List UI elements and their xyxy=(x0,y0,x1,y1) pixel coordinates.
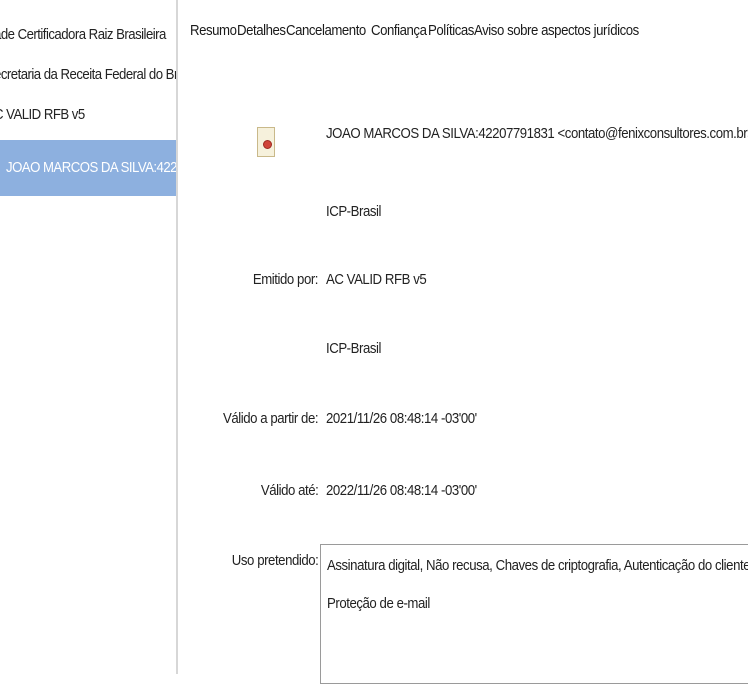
valid-to-value: 2022/11/26 08:48:14 -03'00' xyxy=(326,482,477,499)
issued-by-label: Emitido por: xyxy=(252,271,319,288)
intended-usage-box[interactable]: Assinatura digital, Não recusa, Chaves d… xyxy=(320,544,748,684)
tab-bar: Resumo Detalhes Cancelamento Confiança P… xyxy=(190,22,643,52)
subject-org: ICP-Brasil xyxy=(326,203,382,220)
usage-line-2: Proteção de e-mail xyxy=(327,595,430,612)
tab-cancelamento[interactable]: Cancelamento xyxy=(286,22,366,52)
subject-name: JOAO MARCOS DA SILVA:42207791831 <contat… xyxy=(326,125,748,142)
tree-item-receita-federal[interactable]: ecretaria da Receita Federal do Brasil xyxy=(0,60,176,90)
issuer-org: ICP-Brasil xyxy=(326,340,382,357)
tree-item-ac-valid[interactable]: C VALID RFB v5 xyxy=(0,100,85,130)
tree-item-joao-marcos[interactable]: JOAO MARCOS DA SILVA:42207791831 xyxy=(0,140,177,196)
valid-to-label: Válido até: xyxy=(260,482,318,499)
valid-from-value: 2021/11/26 08:48:14 -03'00' xyxy=(326,410,477,427)
tree-item-label: JOAO MARCOS DA SILVA:42207791831 xyxy=(6,159,177,176)
issued-by-value: AC VALID RFB v5 xyxy=(326,271,427,288)
tab-detalhes[interactable]: Detalhes xyxy=(237,22,286,52)
valid-from-label: Válido a partir de: xyxy=(222,410,319,427)
tab-resumo[interactable]: Resumo xyxy=(190,22,237,52)
certificate-icon xyxy=(257,127,275,157)
tab-aviso-juridico[interactable]: Aviso sobre aspectos jurídicos xyxy=(474,22,639,52)
certificate-tree[interactable]: ade Certificadora Raiz Brasileira ecreta… xyxy=(0,0,178,674)
usage-label: Uso pretendido: xyxy=(231,552,318,569)
tab-politicas[interactable]: Políticas xyxy=(428,22,474,52)
tree-item-root-ca[interactable]: ade Certificadora Raiz Brasileira xyxy=(0,20,166,50)
usage-line-1: Assinatura digital, Não recusa, Chaves d… xyxy=(327,557,748,574)
tab-confianca[interactable]: Confiança xyxy=(371,22,427,52)
